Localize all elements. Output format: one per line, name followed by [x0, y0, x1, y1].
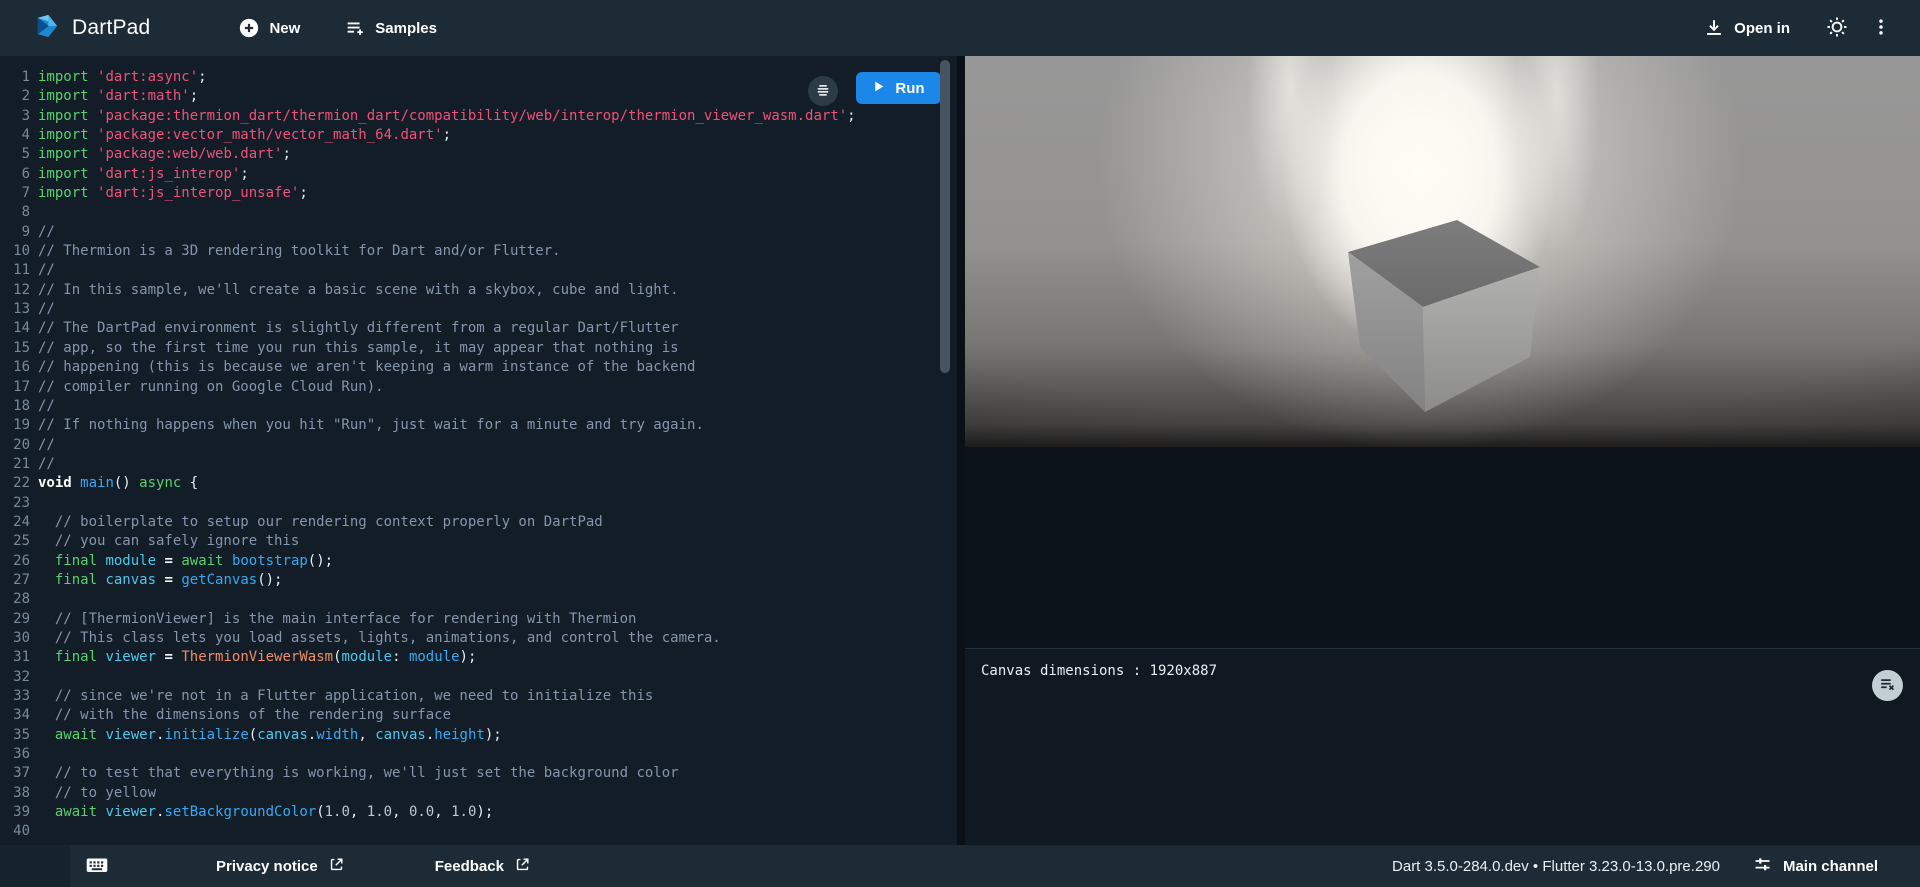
code-line: 18// [0, 397, 957, 416]
kebab-menu-icon [1871, 17, 1891, 40]
output-pane: Canvas dimensions : 1920x887 [965, 56, 1920, 845]
feedback-link[interactable]: Feedback [435, 856, 531, 877]
code-line: 27 final canvas = getCanvas(); [0, 571, 957, 590]
code-line: 22void main() async { [0, 474, 957, 493]
channel-selector[interactable]: Main channel [1752, 854, 1878, 879]
code-line: 6import 'dart:js_interop'; [0, 165, 957, 184]
clear-console-icon [1878, 675, 1897, 697]
main-split: 1import 'dart:async';2import 'dart:math'… [0, 56, 1920, 845]
code-line: 4import 'package:vector_math/vector_math… [0, 126, 957, 145]
code-line: 20// [0, 436, 957, 455]
clear-console-button[interactable] [1872, 670, 1903, 701]
code-line: 30 // This class lets you load assets, l… [0, 629, 957, 648]
code-line: 31 final viewer = ThermionViewerWasm(mod… [0, 648, 957, 667]
code-line: 34 // with the dimensions of the renderi… [0, 706, 957, 725]
code-line: 7import 'dart:js_interop_unsafe'; [0, 184, 957, 203]
code-line: 33 // since we're not in a Flutter appli… [0, 687, 957, 706]
code-line: 39 await viewer.setBackgroundColor(1.0, … [0, 803, 957, 822]
plus-circle-icon [238, 17, 260, 39]
code-line: 24 // boilerplate to setup our rendering… [0, 513, 957, 532]
privacy-notice-link[interactable]: Privacy notice [216, 856, 345, 877]
console-panel: Canvas dimensions : 1920x887 [965, 648, 1920, 845]
code-editor[interactable]: 1import 'dart:async';2import 'dart:math'… [0, 56, 957, 845]
overflow-menu-button[interactable] [1864, 11, 1898, 45]
brand: DartPad [32, 12, 150, 45]
open-in-button[interactable]: Open in [1703, 17, 1790, 39]
version-text: Dart 3.5.0-284.0.dev • Flutter 3.23.0-13… [1392, 858, 1720, 875]
dart-logo-icon [32, 12, 60, 45]
code-line: 35 await viewer.initialize(canvas.width,… [0, 726, 957, 745]
code-line: 25 // you can safely ignore this [0, 532, 957, 551]
samples-button[interactable]: Samples [344, 17, 437, 39]
run-button-label: Run [895, 80, 924, 97]
format-align-icon [814, 81, 832, 102]
open-in-label: Open in [1734, 20, 1790, 37]
code-line: 29 // [ThermionViewer] is the main inter… [0, 610, 957, 629]
status-bar: Privacy notice Feedback Dart 3.5.0-284.0… [0, 845, 1920, 887]
keyboard-shortcuts-button[interactable] [84, 854, 110, 879]
render-viewport[interactable] [965, 56, 1920, 447]
code-line: 3import 'package:thermion_dart/thermion_… [0, 107, 957, 126]
code-line: 8 [0, 203, 957, 222]
code-line: 10// Thermion is a 3D rendering toolkit … [0, 242, 957, 261]
channel-label: Main channel [1783, 858, 1878, 875]
statusbar-corner-block [0, 845, 70, 887]
code-line: 21// [0, 455, 957, 474]
open-in-new-icon [328, 856, 345, 877]
brightness-toggle-button[interactable] [1820, 11, 1854, 45]
code-line: 19// If nothing happens when you hit "Ru… [0, 416, 957, 435]
code-line: 38 // to yellow [0, 784, 957, 803]
top-bar: DartPad New Samples [0, 0, 1920, 56]
code-line: 32 [0, 668, 957, 687]
brightness-sun-icon [1825, 15, 1849, 42]
new-button-label: New [269, 20, 300, 37]
code-line: 16// happening (this is because we aren'… [0, 358, 957, 377]
open-in-new-icon [514, 856, 531, 877]
code-line: 36 [0, 745, 957, 764]
playlist-add-icon [344, 17, 366, 39]
cube-3d [965, 56, 1920, 447]
code-line: 28 [0, 590, 957, 609]
code-lines: 1import 'dart:async';2import 'dart:math'… [0, 68, 957, 842]
code-line: 26 final module = await bootstrap(); [0, 552, 957, 571]
code-line: 9// [0, 223, 957, 242]
editor-scrollbar-thumb[interactable] [940, 60, 950, 373]
feedback-label: Feedback [435, 858, 504, 875]
code-line: 17// compiler running on Google Cloud Ru… [0, 378, 957, 397]
code-line: 13// [0, 300, 957, 319]
code-line: 12// In this sample, we'll create a basi… [0, 281, 957, 300]
samples-button-label: Samples [375, 20, 437, 37]
code-line: 40 [0, 822, 957, 841]
code-line: 23 [0, 494, 957, 513]
code-line: 5import 'package:web/web.dart'; [0, 145, 957, 164]
editor-pane: 1import 'dart:async';2import 'dart:math'… [0, 56, 957, 845]
code-line: 37 // to test that everything is working… [0, 764, 957, 783]
privacy-notice-label: Privacy notice [216, 858, 318, 875]
code-line: 15// app, so the first time you run this… [0, 339, 957, 358]
dartpad-app: DartPad New Samples [0, 0, 1920, 887]
download-icon [1703, 17, 1725, 39]
console-output: Canvas dimensions : 1920x887 [981, 663, 1904, 679]
keyboard-icon [84, 854, 110, 879]
play-icon [872, 80, 885, 97]
new-button[interactable]: New [238, 17, 300, 39]
tune-icon [1752, 854, 1773, 879]
page-title: DartPad [72, 16, 150, 40]
code-line: 11// [0, 261, 957, 280]
run-button[interactable]: Run [856, 72, 941, 104]
format-button[interactable] [808, 76, 838, 106]
code-line: 14// The DartPad environment is slightly… [0, 319, 957, 338]
